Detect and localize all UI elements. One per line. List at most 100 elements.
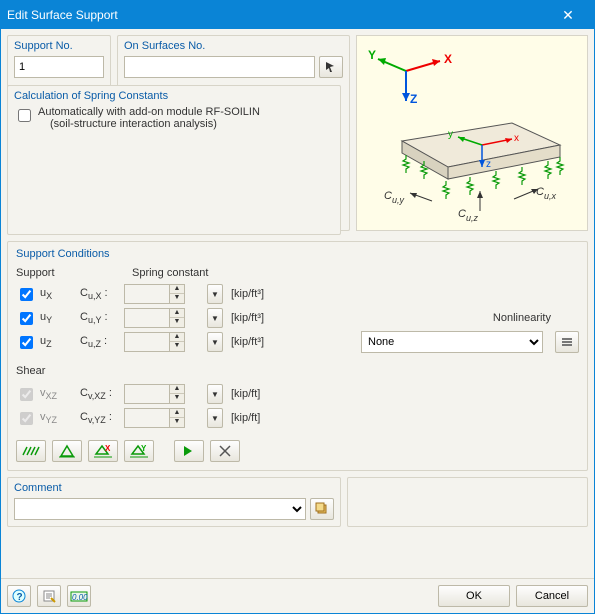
spin-down-icon[interactable]: ▼ — [170, 318, 184, 327]
nonlinearity-settings-button[interactable] — [555, 331, 579, 353]
input-cvxz[interactable] — [124, 384, 170, 404]
select-nonlinearity[interactable]: None — [361, 331, 543, 353]
units-button[interactable]: 0.00 — [67, 585, 91, 607]
unit-cuy: [kip/ft³] — [231, 312, 264, 324]
input-cvyz[interactable] — [124, 408, 170, 428]
svg-text:C: C — [536, 186, 544, 198]
checkbox-ux[interactable] — [20, 288, 33, 301]
select-comment[interactable] — [14, 498, 306, 520]
col-head-spring: Spring constant — [132, 267, 208, 279]
label-cux: Cu,X : — [80, 287, 120, 301]
dropdown-cuz-button[interactable]: ▼ — [207, 332, 223, 352]
input-cux[interactable] — [124, 284, 170, 304]
svg-text:y: y — [448, 129, 453, 140]
checkbox-uz[interactable] — [20, 336, 33, 349]
svg-text:Y: Y — [368, 48, 376, 62]
dropdown-cuy-button[interactable]: ▼ — [207, 308, 223, 328]
svg-text:X: X — [444, 52, 452, 66]
preset-slider-y-button[interactable]: Y — [124, 440, 154, 462]
label-cvxz: Cv,XZ : — [80, 387, 120, 401]
row-ux: uX Cu,X : ▲▼ ▼ [kip/ft³] — [16, 282, 579, 306]
input-support-no[interactable] — [14, 56, 104, 78]
spinner-cuy[interactable]: ▲▼ — [124, 308, 185, 328]
support-illustration: X Y Z x y z — [362, 41, 582, 225]
label-ux: uX — [40, 287, 52, 301]
dropdown-cux-button[interactable]: ▼ — [207, 284, 223, 304]
preset-rigid-button[interactable] — [16, 440, 46, 462]
library-icon — [315, 502, 329, 516]
spin-up-icon[interactable]: ▲ — [170, 285, 184, 294]
svg-text:0.00: 0.00 — [72, 593, 88, 602]
help-icon: ? — [12, 589, 26, 603]
notes-icon — [42, 589, 56, 603]
hatch-icon — [21, 445, 41, 457]
label-uz: uZ — [40, 335, 52, 349]
spin-down-icon[interactable]: ▼ — [170, 418, 184, 427]
checkbox-uy[interactable] — [20, 312, 33, 325]
checkbox-vyz — [20, 412, 33, 425]
label-cuy: Cu,Y : — [80, 311, 120, 325]
comment-library-button[interactable] — [310, 498, 334, 520]
row-uy: uY Cu,Y : ▲▼ ▼ [kip/ft³] Nonlinearity — [16, 306, 579, 330]
dialog-footer: ? 0.00 OK Cancel — [1, 578, 594, 613]
spin-down-icon[interactable]: ▼ — [170, 394, 184, 403]
unit-cuz: [kip/ft³] — [231, 336, 264, 348]
svg-text:u,z: u,z — [466, 213, 479, 223]
spin-up-icon[interactable]: ▲ — [170, 409, 184, 418]
preset-pinned-button[interactable] — [52, 440, 82, 462]
spinner-cvxz[interactable]: ▲▼ — [124, 384, 185, 404]
chevron-down-icon: ▼ — [211, 414, 219, 423]
pick-surfaces-button[interactable] — [319, 56, 343, 78]
pick-arrow-icon — [324, 60, 338, 74]
spin-down-icon[interactable]: ▼ — [170, 342, 184, 351]
spin-down-icon[interactable]: ▼ — [170, 294, 184, 303]
spin-up-icon[interactable]: ▲ — [170, 385, 184, 394]
label-uy: uY — [40, 311, 52, 325]
input-cuy[interactable] — [124, 308, 170, 328]
spin-up-icon[interactable]: ▲ — [170, 309, 184, 318]
preset-none-button[interactable] — [210, 440, 240, 462]
rf-soilin-sublabel: (soil-structure interaction analysis) — [38, 118, 260, 130]
cancel-button[interactable]: Cancel — [516, 585, 588, 607]
slider-y-icon: Y — [130, 444, 148, 458]
cross-icon — [218, 444, 232, 458]
slider-x-icon: X — [94, 444, 112, 458]
dialog-body: Support No. On Surfaces No. X Y — [1, 29, 594, 578]
input-on-surfaces[interactable] — [124, 56, 315, 78]
unit-cvyz: [kip/ft] — [231, 412, 260, 424]
notes-button[interactable] — [37, 585, 61, 607]
checkbox-rf-soilin[interactable] — [18, 109, 31, 122]
unit-cux: [kip/ft³] — [231, 288, 264, 300]
row-vxz: vXZ Cv,XZ : ▲▼ ▼ [kip/ft] — [16, 382, 579, 406]
close-button[interactable]: ✕ — [548, 3, 588, 27]
checkbox-vxz — [20, 388, 33, 401]
svg-text:?: ? — [17, 592, 23, 603]
label-comment: Comment — [14, 482, 334, 494]
row-uz: uZ Cu,Z : ▲▼ ▼ [kip/ft³] None — [16, 330, 579, 354]
spinner-cux[interactable]: ▲▼ — [124, 284, 185, 304]
illustration-panel: X Y Z x y z — [356, 35, 588, 231]
spinner-cuz[interactable]: ▲▼ — [124, 332, 185, 352]
chevron-down-icon: ▼ — [211, 390, 219, 399]
label-support-conditions: Support Conditions — [16, 248, 579, 260]
chevron-down-icon: ▼ — [211, 290, 219, 299]
unit-cvxz: [kip/ft] — [231, 388, 260, 400]
svg-text:C: C — [458, 208, 466, 220]
svg-text:u,x: u,x — [544, 191, 557, 201]
help-button[interactable]: ? — [7, 585, 31, 607]
label-on-surfaces: On Surfaces No. — [124, 40, 343, 52]
ok-button[interactable]: OK — [438, 585, 510, 607]
units-icon: 0.00 — [70, 589, 88, 603]
dropdown-cvyz-button[interactable]: ▼ — [207, 408, 223, 428]
preset-check-button[interactable] — [174, 440, 204, 462]
spinner-cvyz[interactable]: ▲▼ — [124, 408, 185, 428]
input-cuz[interactable] — [124, 332, 170, 352]
svg-text:X: X — [105, 444, 111, 453]
dropdown-cvxz-button[interactable]: ▼ — [207, 384, 223, 404]
spin-up-icon[interactable]: ▲ — [170, 333, 184, 342]
label-calc-spring: Calculation of Spring Constants — [14, 90, 334, 102]
row-vyz: vYZ Cv,YZ : ▲▼ ▼ [kip/ft] — [16, 406, 579, 430]
checkbox-rf-soilin-text: Automatically with add-on module RF-SOIL… — [38, 106, 260, 130]
preset-slider-x-button[interactable]: X — [88, 440, 118, 462]
label-cuz: Cu,Z : — [80, 335, 120, 349]
